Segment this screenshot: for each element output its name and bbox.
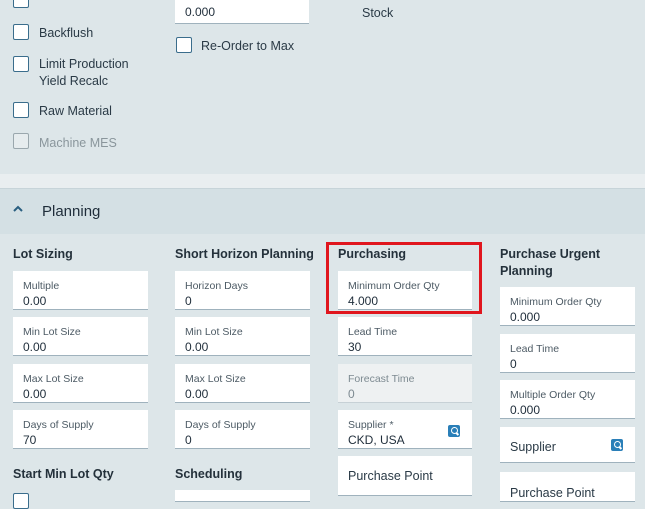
lot-sizing-heading: Lot Sizing (13, 247, 73, 261)
purchase-urgent-heading-line1: Purchase Urgent (500, 247, 601, 261)
field-value: 0.00 (23, 340, 47, 354)
purchasing-supplier-field[interactable]: Supplier * CKD, USA (338, 410, 472, 449)
field-value: 0.000 (510, 403, 541, 417)
planning-section-header[interactable]: Planning (0, 188, 645, 235)
reorder-to-max-checkbox[interactable] (176, 37, 192, 53)
short-horizon-days-field[interactable]: Horizon Days 0 (175, 271, 310, 310)
backflush-label: Backflush (39, 26, 94, 40)
urgent-lead-time-field[interactable]: Lead Time 0 (500, 334, 635, 373)
field-label: Days of Supply (23, 419, 94, 431)
top-value: 0.000 (185, 5, 216, 19)
raw-material-label: Raw Material (39, 104, 112, 118)
scheduling-heading: Scheduling (175, 467, 243, 481)
scheduling-field-partial[interactable] (175, 490, 310, 502)
purchase-urgent-heading-line2: Planning (500, 264, 553, 278)
short-horizon-days-of-supply-field[interactable]: Days of Supply 0 (175, 410, 310, 449)
field-label: Supplier * (348, 419, 394, 431)
short-horizon-min-lot-size-field[interactable]: Min Lot Size 0.00 (175, 317, 310, 356)
raw-material-checkbox[interactable] (13, 102, 29, 118)
field-label: Lead Time (510, 343, 560, 355)
field-label: Lead Time (348, 326, 398, 338)
field-label: Purchase Point (510, 486, 595, 500)
field-value: 0.000 (510, 310, 541, 324)
field-label: Multiple (23, 280, 60, 292)
urgent-purchase-point-field[interactable]: Purchase Point (500, 472, 635, 502)
urgent-multiple-order-qty-field[interactable]: Multiple Order Qty 0.000 (500, 380, 635, 419)
urgent-supplier-lookup-icon[interactable] (611, 439, 623, 451)
short-horizon-heading: Short Horizon Planning (175, 247, 314, 261)
field-label: Days of Supply (185, 419, 256, 431)
backflush-checkbox[interactable] (13, 24, 29, 40)
field-value: 70 (23, 433, 37, 447)
lot-sizing-min-lot-size-field[interactable]: Min Lot Size 0.00 (13, 317, 148, 356)
field-value: 0.00 (185, 340, 209, 354)
start-min-lot-qty-checkbox[interactable] (13, 493, 29, 509)
supplier-lookup-icon[interactable] (448, 425, 460, 437)
field-label: Min Lot Size (23, 326, 81, 338)
field-label: Purchase Point (348, 469, 433, 483)
machine-mes-label: Machine MES (39, 136, 117, 150)
start-min-lot-qty-heading: Start Min Lot Qty (13, 467, 114, 481)
limit-production-label-line2: Yield Recalc (39, 74, 109, 88)
field-value: 0 (348, 387, 355, 401)
field-label: Horizon Days (185, 280, 249, 292)
top-panel: Backflush Limit Production Yield Recalc … (0, 0, 645, 174)
planning-title: Planning (42, 203, 101, 220)
purchasing-lead-time-field[interactable]: Lead Time 30 (338, 317, 472, 356)
short-horizon-max-lot-size-field[interactable]: Max Lot Size 0.00 (175, 364, 310, 403)
field-value: 30 (348, 340, 362, 354)
purchasing-purchase-point-field[interactable]: Purchase Point (338, 456, 472, 496)
field-value: 0 (185, 294, 192, 308)
limit-production-yield-recalc-checkbox[interactable] (13, 56, 29, 72)
field-label: Minimum Order Qty (510, 296, 602, 308)
urgent-supplier-field[interactable]: Supplier (500, 427, 635, 463)
field-value: 0.00 (185, 387, 209, 401)
limit-production-label-line1: Limit Production (39, 57, 129, 71)
checkbox-partial[interactable] (13, 0, 29, 8)
field-value: 0.00 (23, 387, 47, 401)
lot-sizing-days-of-supply-field[interactable]: Days of Supply 70 (13, 410, 148, 449)
field-label: Max Lot Size (23, 373, 84, 385)
field-label: Forecast Time (348, 373, 415, 385)
machine-mes-checkbox (13, 133, 29, 149)
lot-sizing-max-lot-size-field[interactable]: Max Lot Size 0.00 (13, 364, 148, 403)
field-value: 0 (185, 433, 192, 447)
chevron-up-icon[interactable] (12, 202, 24, 214)
section-divider (0, 174, 645, 188)
highlight-box (326, 242, 482, 314)
urgent-min-order-qty-field[interactable]: Minimum Order Qty 0.000 (500, 287, 635, 326)
stock-label: Stock (362, 6, 394, 20)
field-label: Supplier (510, 440, 556, 454)
reorder-to-max-label: Re-Order to Max (201, 39, 295, 53)
field-label: Max Lot Size (185, 373, 246, 385)
field-value: CKD, USA (348, 433, 405, 447)
purchasing-forecast-time-field: Forecast Time 0 (338, 364, 472, 403)
field-value: 0 (510, 357, 517, 371)
field-value: 0.00 (23, 294, 47, 308)
field-label: Multiple Order Qty (510, 389, 596, 401)
top-value-field[interactable]: 0.000 (175, 0, 309, 24)
field-label: Min Lot Size (185, 326, 243, 338)
lot-sizing-multiple-field[interactable]: Multiple 0.00 (13, 271, 148, 310)
